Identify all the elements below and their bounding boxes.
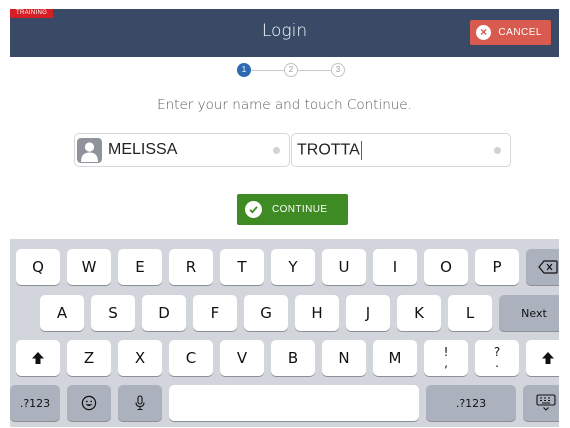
key-p[interactable]: P — [475, 249, 519, 285]
cancel-label: CANCEL — [498, 27, 542, 38]
dictation-key[interactable] — [118, 385, 162, 421]
key-c[interactable]: C — [169, 340, 213, 376]
key-z[interactable]: Z — [67, 340, 111, 376]
emoji-key[interactable] — [67, 385, 111, 421]
first-name-field[interactable]: MELISSA — [74, 133, 290, 167]
continue-button[interactable]: CONTINUE — [237, 194, 348, 225]
microphone-icon — [135, 395, 145, 411]
numbers-key-right[interactable]: .?123 — [426, 385, 516, 421]
key-m[interactable]: M — [373, 340, 417, 376]
on-screen-keyboard: Q W E R T Y U I O P A S D F G H J K L Ne… — [10, 239, 559, 427]
header-bar: Login × CANCEL — [10, 9, 559, 57]
last-name-value: TROTTA — [297, 141, 360, 159]
shift-icon — [541, 352, 554, 364]
numbers-key-left[interactable]: .?123 — [10, 385, 60, 421]
key-l[interactable]: L — [448, 295, 492, 331]
key-y[interactable]: Y — [271, 249, 315, 285]
key-k[interactable]: K — [397, 295, 441, 331]
backspace-key[interactable] — [526, 249, 559, 285]
key-n[interactable]: N — [322, 340, 366, 376]
key-u[interactable]: U — [322, 249, 366, 285]
backspace-icon — [537, 260, 558, 274]
step-connector — [251, 70, 284, 71]
key-a[interactable]: A — [40, 295, 84, 331]
step-indicator: 1 2 3 — [10, 63, 559, 79]
keyboard-dismiss-icon — [536, 394, 556, 411]
key-e[interactable]: E — [118, 249, 162, 285]
clear-first-name-icon[interactable] — [273, 146, 280, 154]
step-1: 1 — [237, 63, 251, 77]
next-key[interactable]: Next — [499, 295, 559, 331]
key-w[interactable]: W — [67, 249, 111, 285]
first-name-value: MELISSA — [108, 141, 178, 158]
key-r[interactable]: R — [169, 249, 213, 285]
step-2: 2 — [284, 63, 298, 77]
key-v[interactable]: V — [220, 340, 264, 376]
key-comma-label: , — [444, 356, 448, 370]
key-i[interactable]: I — [373, 249, 417, 285]
key-exclamation-comma[interactable]: ! , — [424, 340, 468, 376]
key-period-label: . — [495, 356, 499, 370]
key-q[interactable]: Q — [16, 249, 60, 285]
key-h[interactable]: H — [295, 295, 339, 331]
checkmark-icon — [245, 201, 262, 218]
key-s[interactable]: S — [91, 295, 135, 331]
key-o[interactable]: O — [424, 249, 468, 285]
shift-key-right[interactable] — [526, 340, 559, 376]
continue-label: CONTINUE — [272, 204, 328, 215]
last-name-field[interactable]: TROTTA — [291, 133, 511, 167]
shift-icon — [32, 352, 44, 364]
clear-last-name-icon[interactable] — [494, 146, 501, 154]
person-icon — [77, 137, 102, 163]
training-badge: TRAINING — [10, 9, 54, 18]
key-x[interactable]: X — [118, 340, 162, 376]
text-caret — [360, 140, 362, 160]
close-icon: × — [476, 25, 492, 40]
space-bar[interactable] — [169, 385, 419, 421]
key-b[interactable]: B — [271, 340, 315, 376]
instruction-text: Enter your name and touch Continue. — [157, 97, 412, 113]
login-screen: TRAINING Login × CANCEL 1 2 3 Enter your… — [10, 9, 559, 427]
key-g[interactable]: G — [244, 295, 288, 331]
key-t[interactable]: T — [220, 249, 264, 285]
key-j[interactable]: J — [346, 295, 390, 331]
step-connector — [298, 70, 331, 71]
step-3: 3 — [331, 63, 345, 77]
key-d[interactable]: D — [142, 295, 186, 331]
key-f[interactable]: F — [193, 295, 237, 331]
hide-keyboard-key[interactable] — [523, 385, 559, 421]
emoji-icon — [81, 395, 97, 411]
key-question-period[interactable]: ? . — [475, 340, 519, 376]
shift-key-left[interactable] — [16, 340, 60, 376]
cancel-button[interactable]: × CANCEL — [470, 20, 551, 45]
